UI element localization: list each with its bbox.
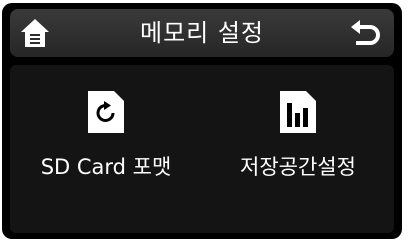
sd-card-format-icon [88, 91, 124, 133]
sd-card-format-button[interactable]: SD Card 포맷 [10, 89, 202, 209]
screen: 메모리 설정 SD Card 포맷 저장공간설정 [2, 3, 402, 239]
storage-settings-button[interactable]: 저장공간설정 [202, 89, 394, 209]
back-arrow-icon [351, 20, 380, 45]
menu-panel: SD Card 포맷 저장공간설정 [10, 65, 394, 233]
title-bar: 메모리 설정 [10, 9, 394, 57]
storage-settings-icon [280, 91, 316, 133]
back-button[interactable] [348, 17, 382, 49]
page-title: 메모리 설정 [139, 19, 265, 47]
storage-settings-label: 저장공간설정 [240, 155, 356, 179]
sd-card-format-label: SD Card 포맷 [40, 155, 172, 179]
